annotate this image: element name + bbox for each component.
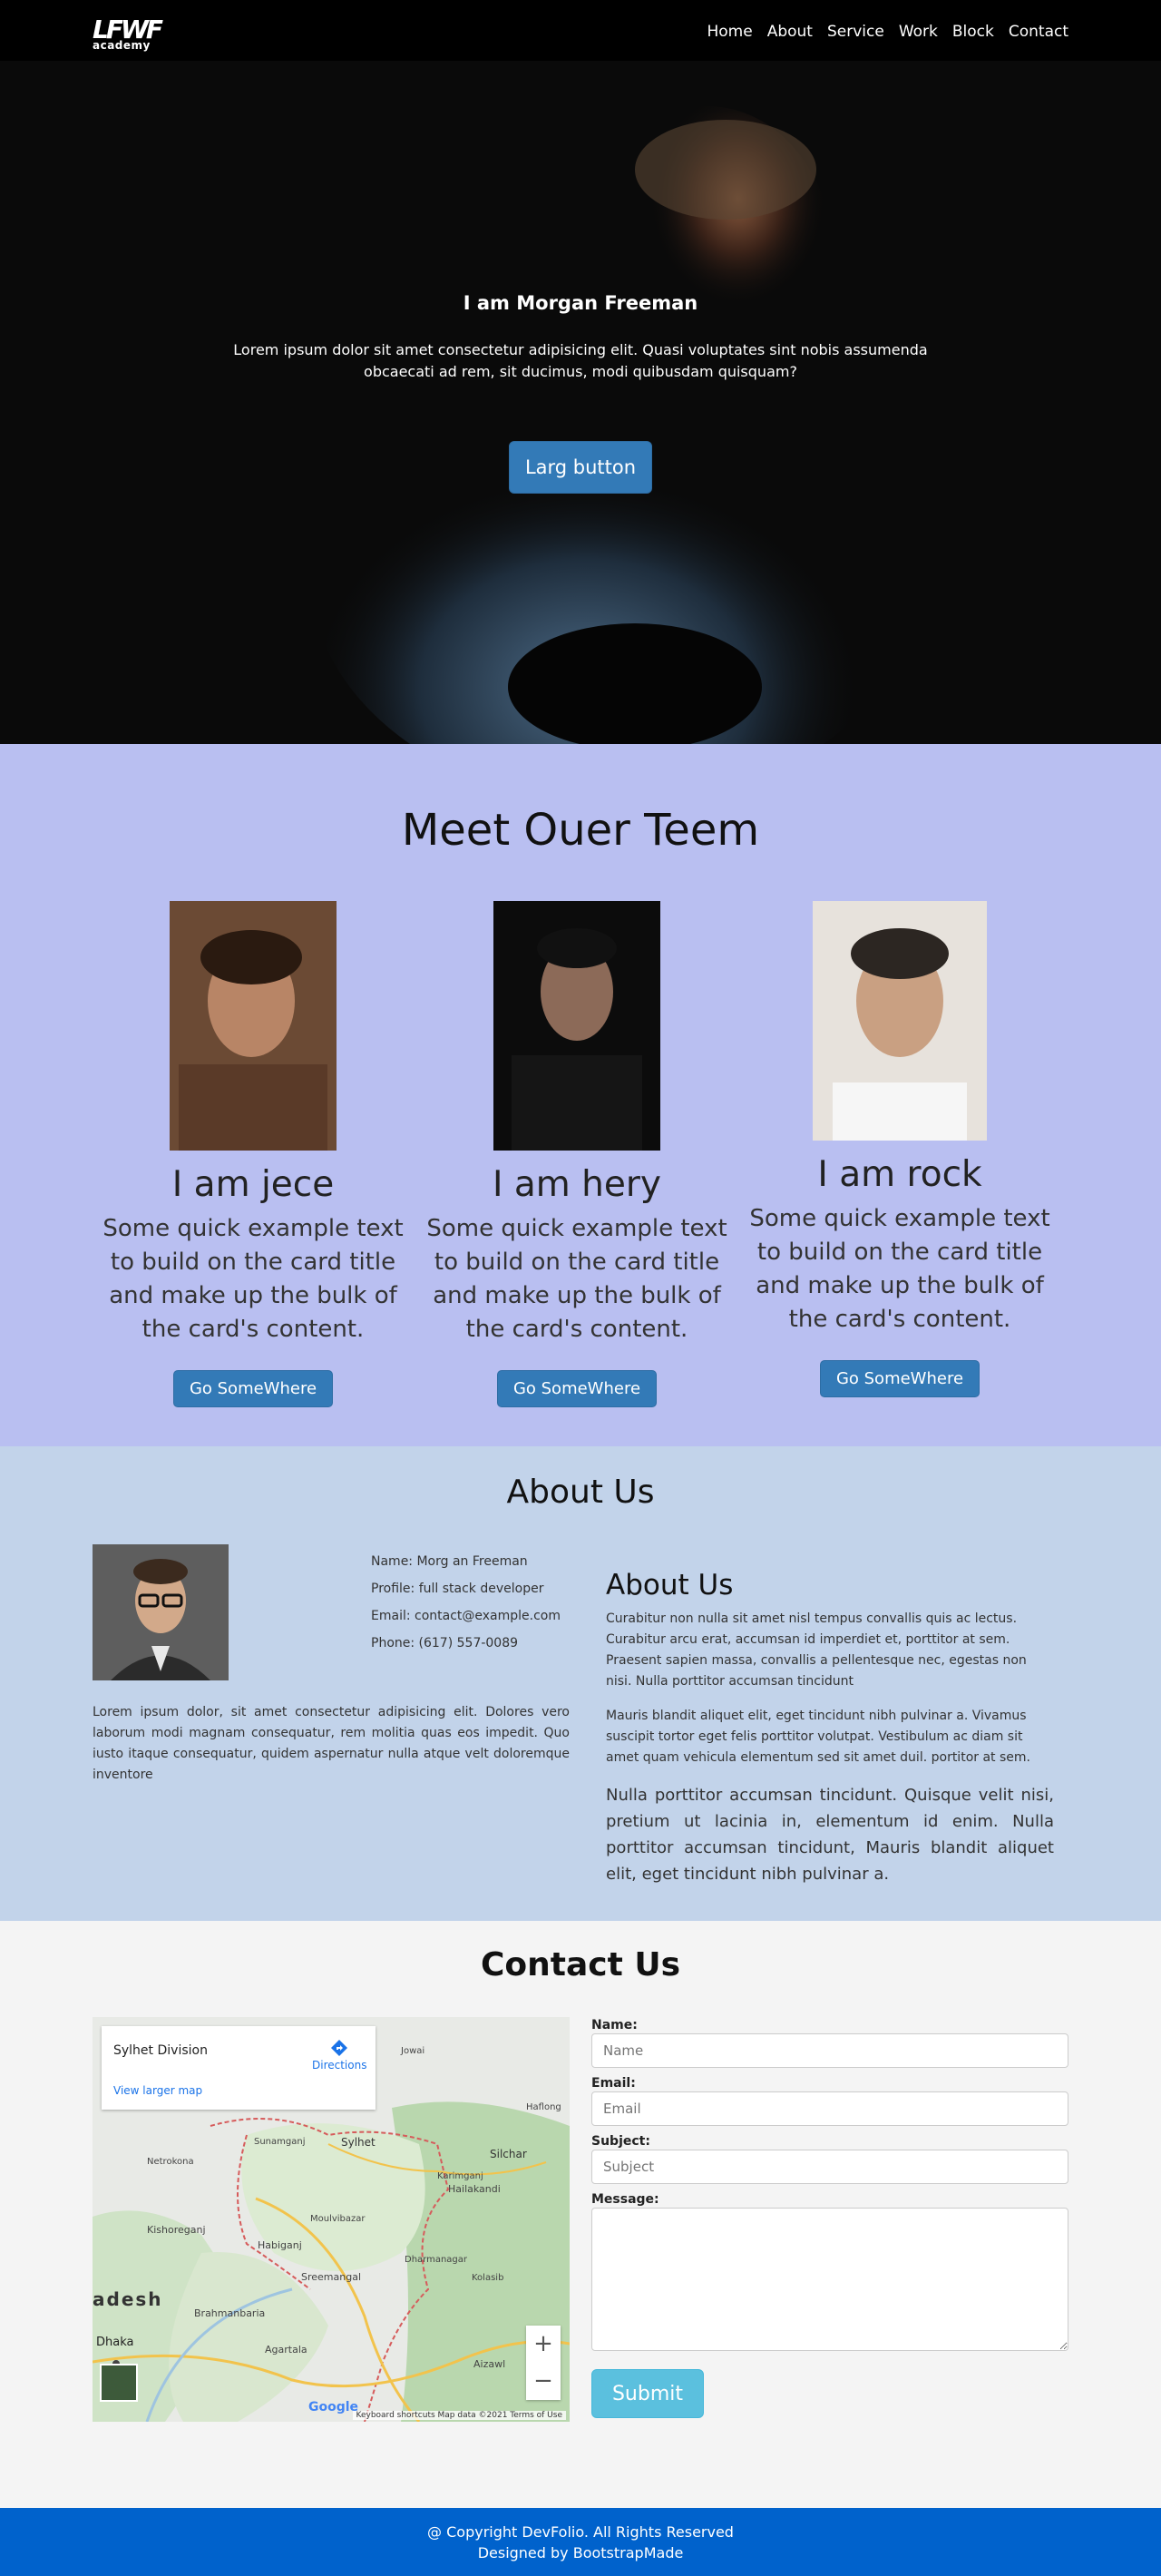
go-somewhere-button[interactable]: Go SomeWhere bbox=[496, 1370, 658, 1407]
large-button[interactable]: Larg button bbox=[509, 441, 652, 494]
go-somewhere-button[interactable]: Go SomeWhere bbox=[819, 1360, 981, 1397]
map-label-habiganj: Habiganj bbox=[258, 2239, 302, 2251]
zoom-controls: + − bbox=[526, 2326, 561, 2400]
directions-button[interactable]: Directions bbox=[312, 2039, 366, 2072]
team-card-hery: I am hery Some quick example text to bui… bbox=[418, 901, 736, 1407]
about-details: About Us Curabitur non nulla sit amet ni… bbox=[606, 1569, 1054, 1901]
map-label-hailakandi: Hailakandi bbox=[448, 2183, 501, 2195]
card-title: I am jece bbox=[171, 1164, 335, 1205]
hero-text: Lorem ipsum dolor sit amet consectetur a… bbox=[233, 341, 928, 380]
team-photo-rock bbox=[813, 901, 987, 1141]
map-label-agartala: Agartala bbox=[265, 2344, 307, 2356]
team-section: Meet Ouer Teem I am jece Some quick exam… bbox=[0, 744, 1161, 1446]
map-label-kishoreganj: Kishoreganj bbox=[147, 2224, 206, 2236]
map-label-sylhet: Sylhet bbox=[341, 2136, 376, 2149]
info-name: Name: Morg an Freeman bbox=[371, 1554, 528, 1569]
map-label-karimganj: Karimganj bbox=[437, 2171, 483, 2181]
message-textarea[interactable] bbox=[591, 2208, 1068, 2351]
about-intro-text: Lorem ipsum dolor, sit amet consectetur … bbox=[93, 1705, 570, 1782]
team-card-jece: I am jece Some quick example text to bui… bbox=[94, 901, 412, 1407]
map-label-brahmanbaria: Brahmanbaria bbox=[194, 2307, 265, 2319]
map-label-dharmanagar: Dharmanagar bbox=[405, 2255, 468, 2265]
card-title: I am hery bbox=[492, 1164, 661, 1205]
team-card-rock: I am rock Some quick example text to bui… bbox=[741, 901, 1059, 1397]
about-paragraph-2: Mauris blandit aliquet elit, eget tincid… bbox=[606, 1709, 1030, 1765]
name-input[interactable] bbox=[591, 2033, 1068, 2068]
map-attribution[interactable]: Keyboard shortcuts Map data ©2021 Terms … bbox=[352, 2411, 566, 2420]
team-photo-hery bbox=[493, 901, 660, 1151]
about-section: About Us Name: Morg an Freeman Profile: … bbox=[0, 1446, 1161, 1921]
map-label-moulvibazar: Moulvibazar bbox=[310, 2214, 366, 2224]
logo-text: academy bbox=[93, 39, 151, 52]
about-title: About Us bbox=[506, 1474, 655, 1511]
info-email: Email: contact@example.com bbox=[371, 1609, 561, 1623]
directions-icon bbox=[331, 2040, 347, 2056]
embedded-map[interactable]: Sylhet Sunamganj Habiganj Moulvibazar Sr… bbox=[93, 2017, 570, 2422]
contact-section: Contact Us Sylhet Sunamganj Habiganj Mou… bbox=[0, 1921, 1161, 2508]
map-label-sreemangal: Sreemangal bbox=[301, 2271, 361, 2283]
team-title: Meet Ouer Teem bbox=[401, 805, 760, 856]
nav-link-service[interactable]: Service bbox=[820, 20, 892, 44]
map-label-sunamganj: Sunamganj bbox=[254, 2137, 305, 2147]
subject-label: Subject: bbox=[591, 2134, 650, 2149]
subject-input[interactable] bbox=[591, 2150, 1068, 2184]
map-label-aizawl: Aizawl bbox=[473, 2358, 505, 2370]
profile-info: Name: Morg an Freeman Profile: full stac… bbox=[371, 1548, 561, 1657]
card-text: Some quick example text to build on the … bbox=[426, 1215, 727, 1343]
info-profile: Profile: full stack developer bbox=[371, 1582, 544, 1596]
nav-menu: Home About Service Work Block Contact bbox=[700, 20, 1069, 44]
google-logo: Google bbox=[308, 2400, 359, 2414]
map-label-dhaka: Dhaka bbox=[96, 2336, 133, 2349]
email-input[interactable] bbox=[591, 2091, 1068, 2126]
nav-link-about[interactable]: About bbox=[760, 20, 820, 44]
card-title: I am rock bbox=[817, 1154, 982, 1195]
go-somewhere-button[interactable]: Go SomeWhere bbox=[172, 1370, 334, 1407]
zoom-in-button[interactable]: + bbox=[526, 2326, 561, 2363]
card-text: Some quick example text to build on the … bbox=[749, 1205, 1050, 1333]
team-photo-jece bbox=[170, 901, 337, 1151]
map-label-netrokona: Netrokona bbox=[147, 2157, 194, 2167]
about-avatar bbox=[93, 1544, 229, 1680]
about-paragraph-3: Nulla porttitor accumsan tincidunt. Quis… bbox=[606, 1786, 1054, 1884]
contact-form: Name: Email: Subject: Message: Submit bbox=[591, 2017, 1068, 2418]
nav-link-home[interactable]: Home bbox=[700, 20, 760, 44]
email-label: Email: bbox=[591, 2076, 636, 2091]
nav-link-block[interactable]: Block bbox=[945, 20, 1001, 44]
name-label: Name: bbox=[591, 2018, 638, 2032]
card-text: Some quick example text to build on the … bbox=[102, 1215, 404, 1343]
map-label-jowai: Jowai bbox=[400, 2046, 424, 2056]
map-label-silchar: Silchar bbox=[490, 2148, 527, 2160]
map-label-kolasib: Kolasib bbox=[472, 2273, 503, 2283]
nav-link-contact[interactable]: Contact bbox=[1001, 20, 1068, 44]
about-subtitle: About Us bbox=[606, 1569, 734, 1601]
map-label-bangladesh: adesh bbox=[93, 2288, 163, 2310]
info-phone: Phone: (617) 557-0089 bbox=[371, 1636, 519, 1650]
about-paragraph-1: Curabitur non nulla sit amet nisl tempus… bbox=[606, 1611, 1027, 1689]
contact-title: Contact Us bbox=[480, 1946, 681, 1983]
directions-label: Directions bbox=[312, 2059, 367, 2072]
site-footer: @ Copyright DevFolio. All Rights Reserve… bbox=[0, 2508, 1161, 2576]
message-label: Message: bbox=[591, 2192, 659, 2207]
brand-logo[interactable]: LFWF academy bbox=[93, 17, 163, 54]
map-place-title: Sylhet Division bbox=[113, 2043, 208, 2058]
hero-section: I am Morgan Freeman Lorem ipsum dolor si… bbox=[0, 61, 1161, 744]
nav-link-work[interactable]: Work bbox=[892, 20, 945, 44]
designed-by-text: Designed by BootstrapMade bbox=[477, 2544, 684, 2561]
map-info-card: Sylhet Division Directions View larger m… bbox=[102, 2026, 376, 2110]
copyright-text: @ Copyright DevFolio. All Rights Reserve… bbox=[427, 2523, 734, 2541]
view-larger-map-link[interactable]: View larger map bbox=[113, 2084, 202, 2097]
hero-portrait-image bbox=[0, 61, 1161, 744]
hero-title: I am Morgan Freeman bbox=[463, 292, 698, 314]
satellite-toggle[interactable] bbox=[100, 2364, 138, 2402]
top-navbar: LFWF academy Home About Service Work Blo… bbox=[0, 0, 1161, 61]
map-label-haflong: Haflong bbox=[526, 2102, 561, 2112]
submit-button[interactable]: Submit bbox=[591, 2369, 704, 2418]
zoom-out-button[interactable]: − bbox=[526, 2363, 561, 2400]
